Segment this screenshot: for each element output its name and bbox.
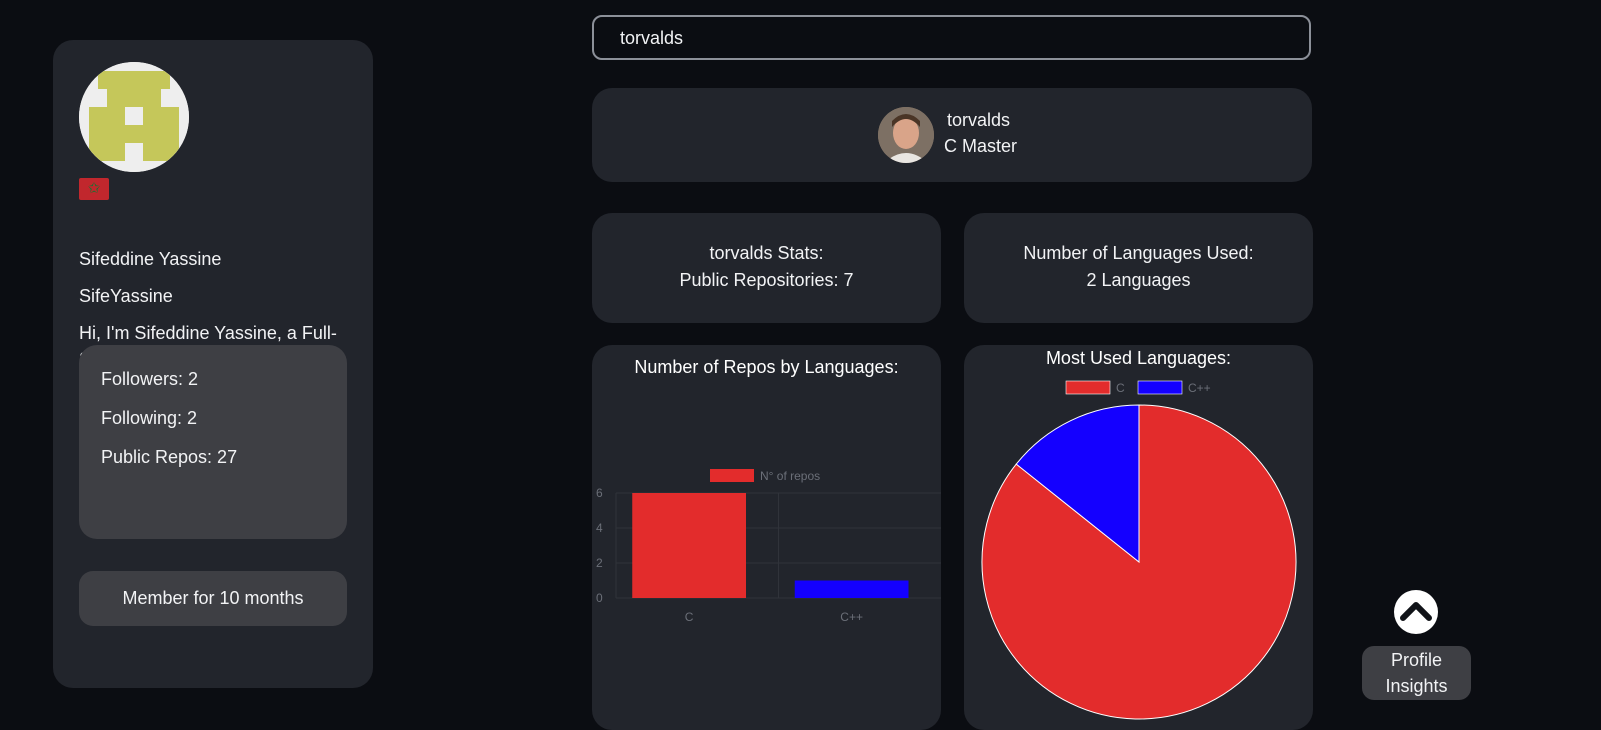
followers-count: Followers: 2 [101, 369, 199, 389]
bar-c [632, 493, 746, 598]
bar-y-tick-label: 2 [596, 556, 603, 570]
avatar [79, 62, 189, 172]
profile-name: Sifeddine Yassine [79, 249, 222, 269]
repo-stats-heading: torvalds Stats: [709, 243, 824, 263]
pie-legend-label: C [1116, 381, 1125, 395]
pie-legend-swatch [1065, 380, 1111, 395]
pie-legend-swatch [1137, 380, 1183, 395]
public-repos-count: Public Repos: 27 [101, 447, 238, 467]
bar-chart: N° of repos 0 2 4 6 C C++ [596, 469, 941, 624]
search-input[interactable] [606, 17, 1312, 60]
following-count: Following: 2 [101, 408, 198, 428]
member-duration: Member for 10 months [79, 571, 347, 626]
bar-y-tick-label: 6 [596, 486, 603, 500]
repo-stats-card: torvalds Stats: Public Repositories: 7 [592, 213, 941, 323]
bar-y-tick-label: 0 [596, 591, 603, 605]
insights-label-line1: Profile [1390, 650, 1443, 670]
repo-stats-value: Public Repositories: 7 [679, 270, 854, 290]
insights-label-line2: Insights [1385, 676, 1448, 696]
profile-insights-button[interactable]: Profile Insights [1362, 646, 1471, 700]
chevron-up-icon [1400, 602, 1432, 621]
identicon [79, 62, 189, 172]
language-stats-heading: Number of Languages Used: [1023, 243, 1254, 263]
bar-legend-swatch [710, 469, 754, 482]
scroll-top-button[interactable] [1394, 590, 1438, 634]
bar-cpp [794, 580, 909, 598]
bar-x-tick-label: C++ [840, 610, 863, 624]
user-header-card: torvalds C Master [592, 88, 1312, 182]
language-stats-value: 2 Languages [1086, 270, 1191, 290]
language-stats-card: Number of Languages Used: 2 Languages [964, 213, 1313, 323]
bar-legend-label: N° of repos [760, 469, 820, 483]
profile-login: SifeYassine [79, 286, 173, 306]
bar-y-tick-label: 4 [596, 521, 603, 535]
pie-chart: C C++ [981, 380, 1297, 720]
user-avatar [878, 107, 934, 163]
profile-card: ✩ Sifeddine Yassine SifeYassine Hi, I'm … [53, 40, 373, 688]
profile-stats-box: Followers: 2 Following: 2 Public Repos: … [79, 345, 347, 539]
pie-chart-card: Most Used Languages: C C++ [964, 345, 1313, 730]
bar-chart-card: Number of Repos by Languages: N° of repo… [592, 345, 941, 730]
bar-x-tick-label: C [685, 610, 694, 624]
country-flag-icon: ✩ [79, 178, 109, 200]
user-title: C Master [944, 136, 1018, 156]
search-box [592, 15, 1312, 60]
user-login: torvalds [947, 110, 1011, 130]
pie-legend-label: C++ [1188, 381, 1211, 395]
